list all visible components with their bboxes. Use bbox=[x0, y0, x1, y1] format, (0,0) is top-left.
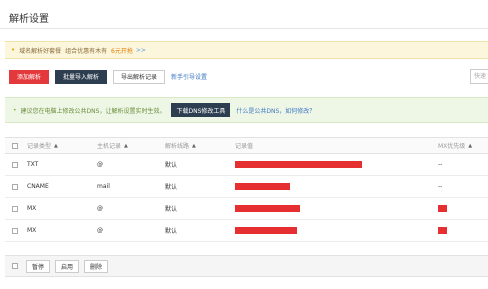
cell-host: @ bbox=[97, 227, 103, 234]
pause-button[interactable]: 暂停 bbox=[26, 259, 51, 273]
download-dns-tool-button[interactable]: 下载DNS修改工具 bbox=[171, 103, 231, 117]
cell-mx-redacted bbox=[438, 198, 447, 219]
cell-type: MX bbox=[27, 227, 37, 234]
row-checkbox[interactable] bbox=[12, 205, 18, 212]
guide-settings-link[interactable]: 新手引导设置 bbox=[171, 72, 207, 81]
search-input[interactable]: 快速 bbox=[470, 69, 488, 84]
export-records-button[interactable]: 导出解析记录 bbox=[113, 69, 166, 84]
cell-value-redacted bbox=[235, 198, 300, 219]
table-row[interactable]: MX @ 默认 bbox=[5, 198, 488, 220]
bullet-icon: • bbox=[13, 106, 17, 114]
cell-host: @ bbox=[97, 205, 103, 212]
cell-line: 默认 bbox=[165, 228, 178, 235]
redaction-mark bbox=[235, 205, 300, 212]
select-all-checkbox[interactable] bbox=[12, 142, 18, 149]
cell-mx-redacted bbox=[438, 220, 447, 241]
promo-prefix: 域名解析好套餐 bbox=[19, 47, 62, 55]
redaction-mark bbox=[438, 227, 447, 234]
public-dns-help-link[interactable]: 什么是公共DNS，如何修改？ bbox=[236, 106, 315, 115]
header-line[interactable]: 解析线路 ▲ bbox=[165, 138, 196, 153]
cell-type: MX bbox=[27, 205, 37, 212]
promo-price-link[interactable]: 6元开抢 bbox=[111, 46, 133, 55]
dns-tip-text: 建议您在电脑上修改公共DNS，让解析设置实时生效。 bbox=[20, 107, 166, 115]
cell-host: @ bbox=[97, 161, 103, 168]
cell-value-redacted bbox=[235, 220, 297, 241]
redaction-mark bbox=[438, 205, 447, 212]
header-type[interactable]: 记录类型 ▲ bbox=[27, 138, 58, 153]
promo-cta-link[interactable]: >> bbox=[136, 47, 146, 54]
redaction-mark bbox=[235, 161, 362, 168]
cell-type: CNAME bbox=[27, 183, 49, 190]
cell-line: 默认 bbox=[165, 162, 178, 169]
sort-up-icon: ▲ bbox=[468, 142, 473, 149]
table-row[interactable]: MX @ 默认 bbox=[5, 220, 488, 242]
bulk-actions-bar: 暂停 启用 删除 bbox=[5, 255, 488, 277]
header-value: 记录值 bbox=[235, 143, 254, 150]
add-record-button[interactable]: 添加解析 bbox=[9, 69, 50, 84]
page-title: 解析设置 bbox=[9, 14, 49, 25]
cell-mx: -- bbox=[438, 183, 443, 190]
select-all-checkbox[interactable] bbox=[12, 263, 18, 269]
row-checkbox[interactable] bbox=[12, 227, 18, 234]
cell-value-redacted bbox=[235, 176, 290, 197]
redaction-mark bbox=[235, 227, 297, 234]
header-host[interactable]: 主机记录 ▲ bbox=[97, 138, 128, 153]
enable-button[interactable]: 启用 bbox=[55, 259, 80, 273]
header-mx[interactable]: MX优先级 ▲ bbox=[438, 138, 472, 153]
delete-button[interactable]: 删除 bbox=[84, 259, 109, 273]
cell-line: 默认 bbox=[165, 184, 178, 191]
sort-up-icon: ▲ bbox=[124, 142, 128, 149]
table-header: 记录类型 ▲ 主机记录 ▲ 解析线路 ▲ 记录值 MX优先级 ▲ bbox=[5, 137, 488, 154]
row-checkbox[interactable] bbox=[12, 161, 18, 168]
cell-host: mail bbox=[97, 183, 110, 190]
title-divider bbox=[0, 28, 488, 29]
cell-type: TXT bbox=[27, 161, 39, 168]
sort-up-icon: ▲ bbox=[54, 142, 58, 149]
table-row[interactable]: CNAME mail 默认 -- bbox=[5, 176, 488, 198]
promo-banner: • 域名解析好套餐 组合优惠有木有 6元开抢 >> bbox=[5, 41, 488, 59]
table-row[interactable]: TXT @ 默认 -- bbox=[5, 154, 488, 176]
toolbar: 添加解析 批量导入解析 导出解析记录 新手引导设置 bbox=[9, 69, 207, 84]
cell-mx: -- bbox=[438, 161, 443, 168]
row-checkbox[interactable] bbox=[12, 183, 18, 190]
cell-line: 默认 bbox=[165, 206, 178, 213]
dns-records-table: 记录类型 ▲ 主机记录 ▲ 解析线路 ▲ 记录值 MX优先级 ▲ TXT @ 默认 --… bbox=[5, 137, 488, 242]
promo-middle: 组合优惠有木有 bbox=[65, 47, 108, 55]
bullet-icon: • bbox=[11, 46, 16, 54]
redaction-mark bbox=[235, 183, 290, 190]
dns-tip-banner: • 建议您在电脑上修改公共DNS，让解析设置实时生效。 下载DNS修改工具 什么… bbox=[5, 97, 488, 123]
batch-import-button[interactable]: 批量导入解析 bbox=[55, 69, 108, 84]
cell-value-redacted bbox=[235, 154, 362, 175]
sort-up-icon: ▲ bbox=[192, 142, 196, 149]
